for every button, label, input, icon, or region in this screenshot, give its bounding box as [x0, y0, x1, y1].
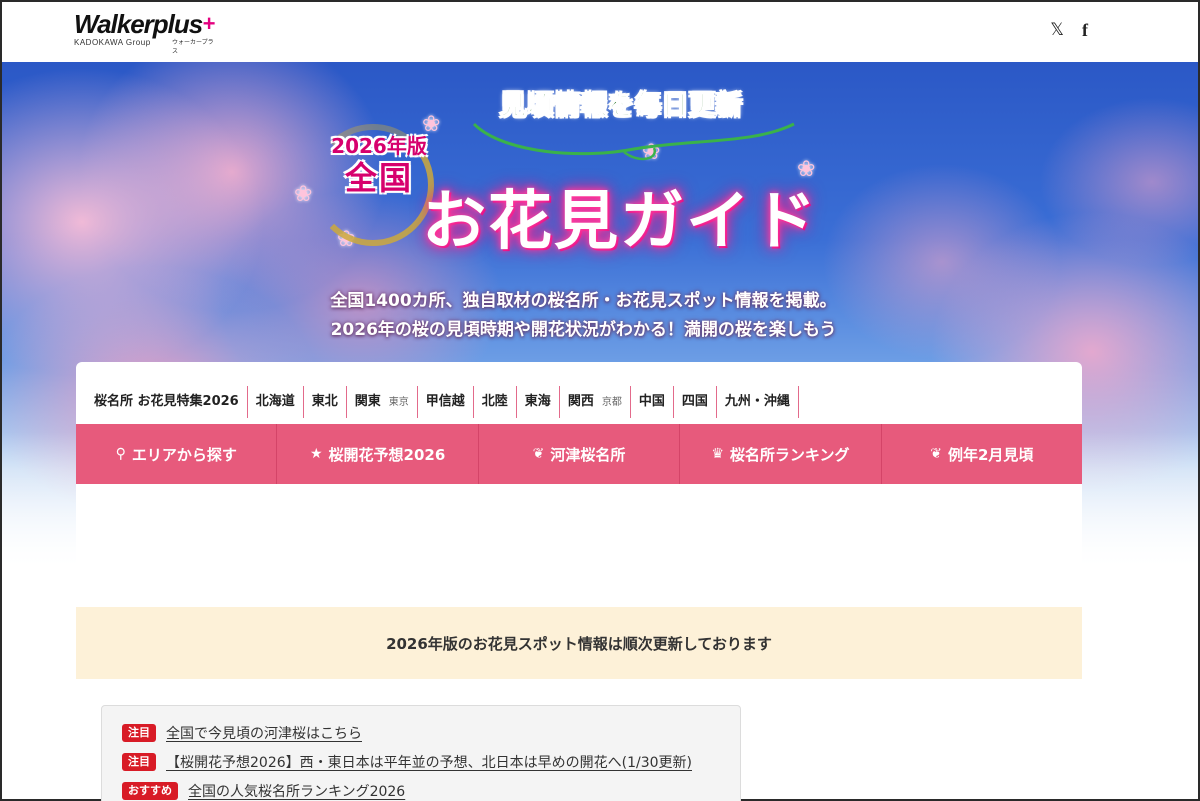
facebook-icon[interactable]: f: [1082, 20, 1088, 40]
logo-plus: +: [202, 11, 215, 36]
page-title: お花見ガイド: [422, 185, 818, 259]
menu-february-bloom[interactable]: ❦ 例年2月見頃: [882, 424, 1082, 484]
region-nav-kansai[interactable]: 関西 京都: [560, 386, 631, 418]
news-link[interactable]: 全国で今見頃の河津桜はこちら: [166, 723, 362, 743]
menu-search-area[interactable]: ⚲ エリアから探す: [76, 424, 278, 484]
region-nav-kyushu[interactable]: 九州・沖縄: [717, 386, 799, 418]
menu-bloom-forecast[interactable]: ★ 桜開花予想2026: [277, 424, 479, 484]
logo-text: Walkerplus: [74, 9, 203, 39]
region-nav-kanto[interactable]: 関東 東京: [347, 386, 418, 418]
edition-year: 2026年版: [331, 134, 427, 158]
news-box: 注目 全国で今見頃の河津桜はこちら 注目 【桜開花予想2026】西・東日本は平年…: [101, 705, 741, 801]
leaf-icon: ❦: [930, 446, 942, 462]
hero-lead-line1: 全国1400カ所、独自取材の桜名所・お花見スポット情報を掲載。: [330, 291, 837, 311]
news-item: 注目 全国で今見頃の河津桜はこちら: [122, 718, 740, 747]
news-tag: おすすめ: [122, 781, 178, 800]
x-icon[interactable]: 𝕏: [1050, 20, 1064, 40]
hero-lead: 全国1400カ所、独自取材の桜名所・お花見スポット情報を掲載。 2026年の桜の…: [2, 287, 1162, 345]
news-link[interactable]: 【桜開花予想2026】西・東日本は平年並の予想、北日本は早めの開花へ(1/30更…: [166, 752, 692, 772]
crown-icon: ♛: [711, 446, 724, 462]
region-nav-shikoku[interactable]: 四国: [674, 386, 717, 418]
update-notice: 2026年版のお花見スポット情報は順次更新しております: [76, 607, 1082, 679]
news-item: 注目 【桜開花予想2026】西・東日本は平年並の予想、北日本は早めの開花へ(1/…: [122, 747, 740, 776]
star-icon: ★: [309, 446, 323, 462]
news-link[interactable]: 全国の人気桜名所ランキング2026: [188, 781, 405, 801]
site-header: Walkerplus+ KADOKAWA Group ウォーカープラス 𝕏 f: [2, 2, 1198, 62]
petal-icon: ❀: [294, 182, 313, 207]
social-links: 𝕏 f: [1050, 20, 1088, 40]
walkerplus-logo[interactable]: Walkerplus+ KADOKAWA Group ウォーカープラス: [74, 9, 215, 55]
menu-kawazu-sakura[interactable]: ❦ 河津桜名所: [479, 424, 681, 484]
region-nav-kyoto[interactable]: 京都: [602, 397, 622, 408]
region-nav-top[interactable]: 桜名所 お花見特集2026: [88, 386, 248, 418]
region-nav-koshinetsu[interactable]: 甲信越: [418, 386, 474, 418]
edition-scope: 全国: [344, 159, 413, 197]
region-nav-tokyo[interactable]: 東京: [389, 397, 409, 408]
edition-badge: 2026年版 全国: [324, 134, 434, 198]
news-tag: 注目: [122, 723, 156, 742]
pin-icon: ⚲: [115, 446, 126, 462]
region-nav-hokuriku[interactable]: 北陸: [474, 386, 517, 418]
main-menu: ⚲ エリアから探す ★ 桜開花予想2026 ❦ 河津桜名所 ♛ 桜名所ランキング…: [76, 424, 1082, 484]
swirl-decoration: [472, 122, 795, 161]
nav-card: 桜名所 お花見特集2026 北海道 東北 関東 東京 甲信越 北陸 東海 関西 京都…: [76, 362, 1082, 567]
region-nav-chugoku[interactable]: 中国: [631, 386, 674, 418]
leaf-icon: ❦: [532, 446, 545, 462]
region-nav-hokkaido[interactable]: 北海道: [248, 386, 304, 418]
hero-lead-line2: 2026年の桜の見頃時期や開花状況がわかる！満開の桜を楽しもう: [330, 320, 837, 340]
region-nav-tohoku[interactable]: 東北: [304, 386, 347, 418]
news-tag: 注目: [122, 752, 156, 771]
news-item: おすすめ 全国の人気桜名所ランキング2026: [122, 776, 740, 801]
menu-ranking[interactable]: ♛ 桜名所ランキング: [680, 424, 882, 484]
logo-kana: ウォーカープラス: [172, 39, 214, 55]
region-nav-tokai[interactable]: 東海: [517, 386, 560, 418]
region-nav: 桜名所 お花見特集2026 北海道 東北 関東 東京 甲信越 北陸 東海 関西 京都…: [88, 386, 799, 418]
